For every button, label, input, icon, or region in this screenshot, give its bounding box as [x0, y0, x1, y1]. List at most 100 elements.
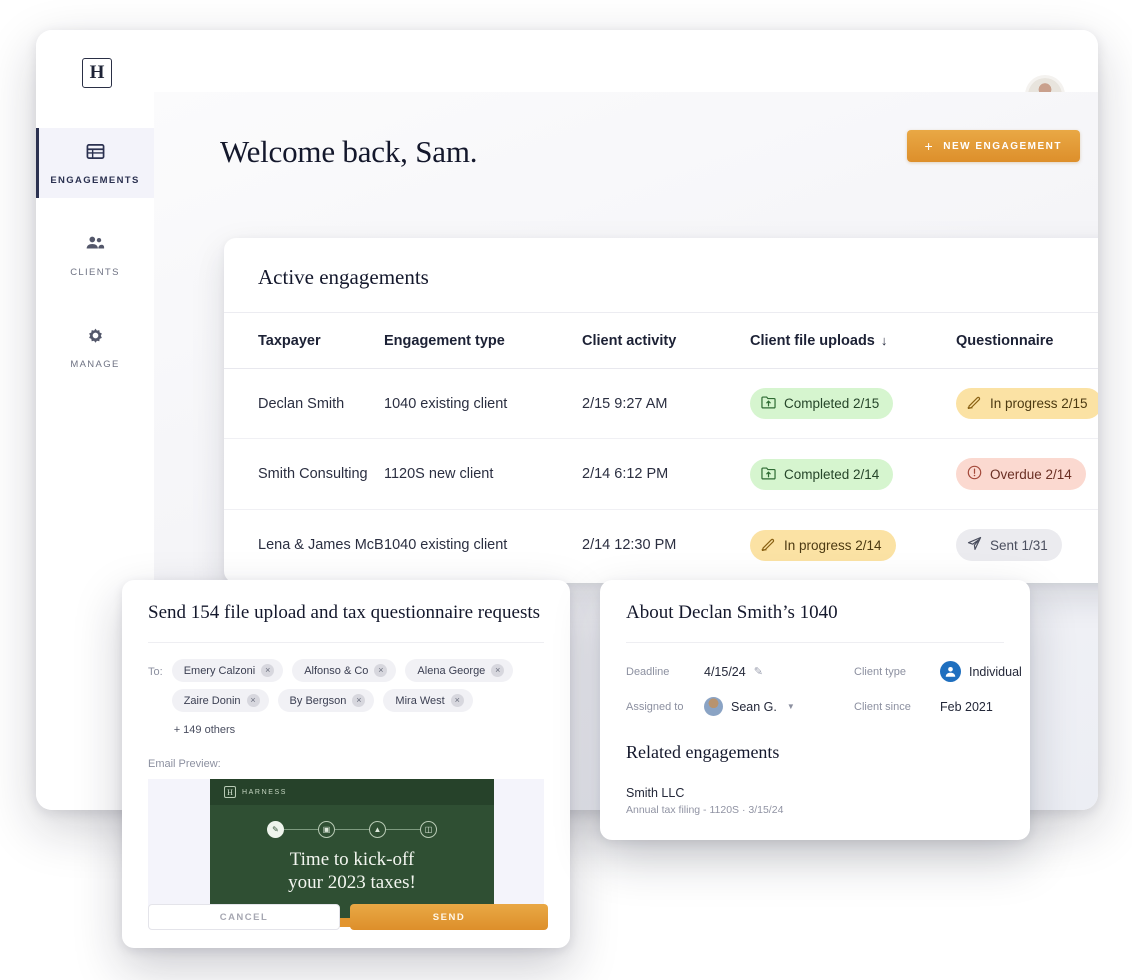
- cell-client-file-uploads: Completed 2/14: [750, 438, 956, 510]
- remove-recipient-icon[interactable]: ×: [261, 664, 275, 677]
- recipient-chip[interactable]: Alena George ×: [405, 659, 514, 682]
- table-row[interactable]: Declan Smith 1040 existing client 2/15 9…: [224, 368, 1098, 439]
- column-label-questionnaire: Questionnaire: [956, 333, 1054, 349]
- recipient-chip[interactable]: Mira West ×: [383, 689, 473, 712]
- new-engagement-button[interactable]: + NEW ENGAGEMENT: [906, 130, 1080, 162]
- harness-logo-icon[interactable]: H: [82, 58, 112, 88]
- step-connector: [284, 829, 318, 830]
- folder-upload-icon: [761, 395, 776, 412]
- about-engagement-panel: About Declan Smith’s 1040 Deadline 4/15/…: [600, 580, 1030, 840]
- status-badge-label: Completed 2/14: [784, 466, 880, 482]
- cell-client-activity: 2/14 6:12 PM: [582, 438, 750, 510]
- sidebar-item-manage[interactable]: MANAGE: [36, 312, 154, 382]
- remove-recipient-icon[interactable]: ×: [450, 694, 464, 707]
- people-icon: [36, 234, 154, 258]
- recipients-row: To: Emery Calzoni × Alfonso & Co × Alena…: [148, 643, 544, 741]
- paper-plane-icon: [967, 536, 982, 554]
- active-engagements-title: Active engagements: [224, 238, 1098, 313]
- table-body: Declan Smith 1040 existing client 2/15 9…: [224, 368, 1098, 581]
- cell-questionnaire: In progress 2/15: [956, 368, 1098, 439]
- file-step-icon: ◫: [420, 821, 437, 838]
- column-header-engagement-type[interactable]: Engagement type: [384, 313, 582, 369]
- cell-client-file-uploads: Completed 2/15: [750, 368, 956, 439]
- pen-step-icon: ✎: [267, 821, 284, 838]
- sidebar-label-engagements: ENGAGEMENTS: [50, 175, 140, 186]
- recipient-chip[interactable]: By Bergson ×: [277, 689, 375, 712]
- status-badge-label: Overdue 2/14: [990, 466, 1072, 482]
- column-header-taxpayer[interactable]: Taxpayer: [224, 313, 384, 369]
- status-badge-questionnaire[interactable]: Overdue 2/14: [956, 458, 1086, 490]
- assigned-to-value-group[interactable]: Sean G. ▼: [704, 697, 854, 716]
- email-brand-bar: H HARNESS: [210, 779, 494, 805]
- remove-recipient-icon[interactable]: ×: [491, 664, 505, 677]
- related-engagement-item[interactable]: Smith LLC Annual tax filing - 1120S · 3/…: [626, 786, 1004, 816]
- column-header-client-file-uploads[interactable]: Client file uploads ↓: [750, 313, 956, 369]
- sidebar-item-clients[interactable]: CLIENTS: [36, 220, 154, 290]
- to-label: To:: [148, 666, 163, 678]
- individual-person-icon: [940, 661, 961, 682]
- cell-engagement-type: 1040 existing client: [384, 537, 508, 553]
- app-stage: H ENGAGEMENTS CLIENTS MANAGE Welcome bac…: [0, 0, 1132, 980]
- client-since-label: Client since: [854, 700, 911, 713]
- status-badge-uploads[interactable]: In progress 2/14: [750, 529, 896, 561]
- upload-step-icon: ▲: [369, 821, 386, 838]
- client-type-value: Individual: [969, 664, 1022, 679]
- about-fields-grid: Deadline 4/15/24 ✎ Client type Individua…: [626, 643, 1022, 736]
- status-badge-uploads[interactable]: Completed 2/14: [750, 458, 894, 490]
- remove-recipient-icon[interactable]: ×: [352, 694, 366, 707]
- edit-pencil-icon[interactable]: ✎: [754, 665, 763, 678]
- status-badge-label: Completed 2/15: [784, 396, 880, 411]
- column-label-taxpayer: Taxpayer: [258, 333, 321, 349]
- sidebar-item-engagements[interactable]: ENGAGEMENTS: [36, 128, 154, 198]
- remove-recipient-icon[interactable]: ×: [246, 694, 260, 707]
- assignee-avatar: [704, 697, 723, 716]
- recipient-name: Zaire Donin: [183, 694, 241, 707]
- column-label-engagement-type: Engagement type: [384, 333, 505, 349]
- column-label-client-file-uploads: Client file uploads: [750, 333, 875, 349]
- recipient-chip[interactable]: Alfonso & Co ×: [292, 659, 397, 682]
- cell-taxpayer: Lena & James McB: [258, 537, 384, 553]
- active-engagements-card: Active engagements Taxpayer Engagement t…: [224, 238, 1098, 583]
- page-title: Welcome back, Sam.: [220, 134, 478, 169]
- sort-descending-icon[interactable]: ↓: [881, 333, 888, 348]
- sidebar-label-manage: MANAGE: [70, 359, 120, 370]
- recipient-chip[interactable]: Zaire Donin ×: [171, 689, 269, 712]
- pen-icon: [761, 537, 776, 554]
- column-label-client-activity: Client activity: [582, 333, 677, 349]
- status-badge-label: In progress 2/15: [990, 396, 1088, 411]
- alert-circle-icon: [967, 465, 982, 483]
- deadline-value: 4/15/24: [704, 664, 746, 679]
- cell-taxpayer: Declan Smith: [224, 368, 384, 439]
- pen-icon: [967, 395, 982, 412]
- modal-action-buttons: CANCEL SEND: [148, 904, 548, 930]
- recipient-chip[interactable]: Emery Calzoni ×: [171, 659, 284, 682]
- email-headline-line1: Time to kick-off: [289, 849, 415, 870]
- engagements-table: Taxpayer Engagement type Client activity…: [224, 313, 1098, 580]
- recipient-name: By Bergson: [289, 694, 347, 707]
- status-badge-uploads[interactable]: Completed 2/15: [750, 388, 894, 419]
- remove-recipient-icon[interactable]: ×: [374, 664, 388, 677]
- more-recipients-label[interactable]: + 149 others: [172, 719, 244, 741]
- chevron-down-icon[interactable]: ▼: [787, 702, 795, 711]
- table-row[interactable]: Smith Consulting 1120S new client 2/14 6…: [224, 438, 1098, 510]
- new-engagement-label: NEW ENGAGEMENT: [943, 140, 1062, 152]
- assigned-to-value: Sean G.: [731, 699, 777, 714]
- gear-icon: [36, 326, 154, 350]
- related-engagement-name: Smith LLC: [626, 786, 685, 800]
- cell-client-activity: 2/15 9:27 AM: [582, 368, 750, 439]
- cell-engagement-type: 1040 existing client: [384, 368, 582, 439]
- recipient-chips: Emery Calzoni × Alfonso & Co × Alena Geo…: [171, 659, 544, 741]
- table-icon: [36, 142, 154, 166]
- status-badge-label: Sent 1/31: [990, 537, 1048, 553]
- table-row[interactable]: Lena & James McB 1040 existing client 2/…: [224, 510, 1098, 581]
- status-badge-questionnaire[interactable]: Sent 1/31: [956, 529, 1062, 561]
- cancel-button[interactable]: CANCEL: [148, 904, 340, 930]
- column-header-questionnaire[interactable]: Questionnaire: [956, 313, 1098, 369]
- column-header-client-activity[interactable]: Client activity: [582, 313, 750, 369]
- calendar-step-icon: ▣: [318, 821, 335, 838]
- status-badge-questionnaire[interactable]: In progress 2/15: [956, 388, 1098, 419]
- folder-upload-icon: [761, 466, 776, 483]
- step-connector: [335, 829, 369, 830]
- send-button[interactable]: SEND: [350, 904, 548, 930]
- sidebar-label-clients: CLIENTS: [70, 267, 120, 278]
